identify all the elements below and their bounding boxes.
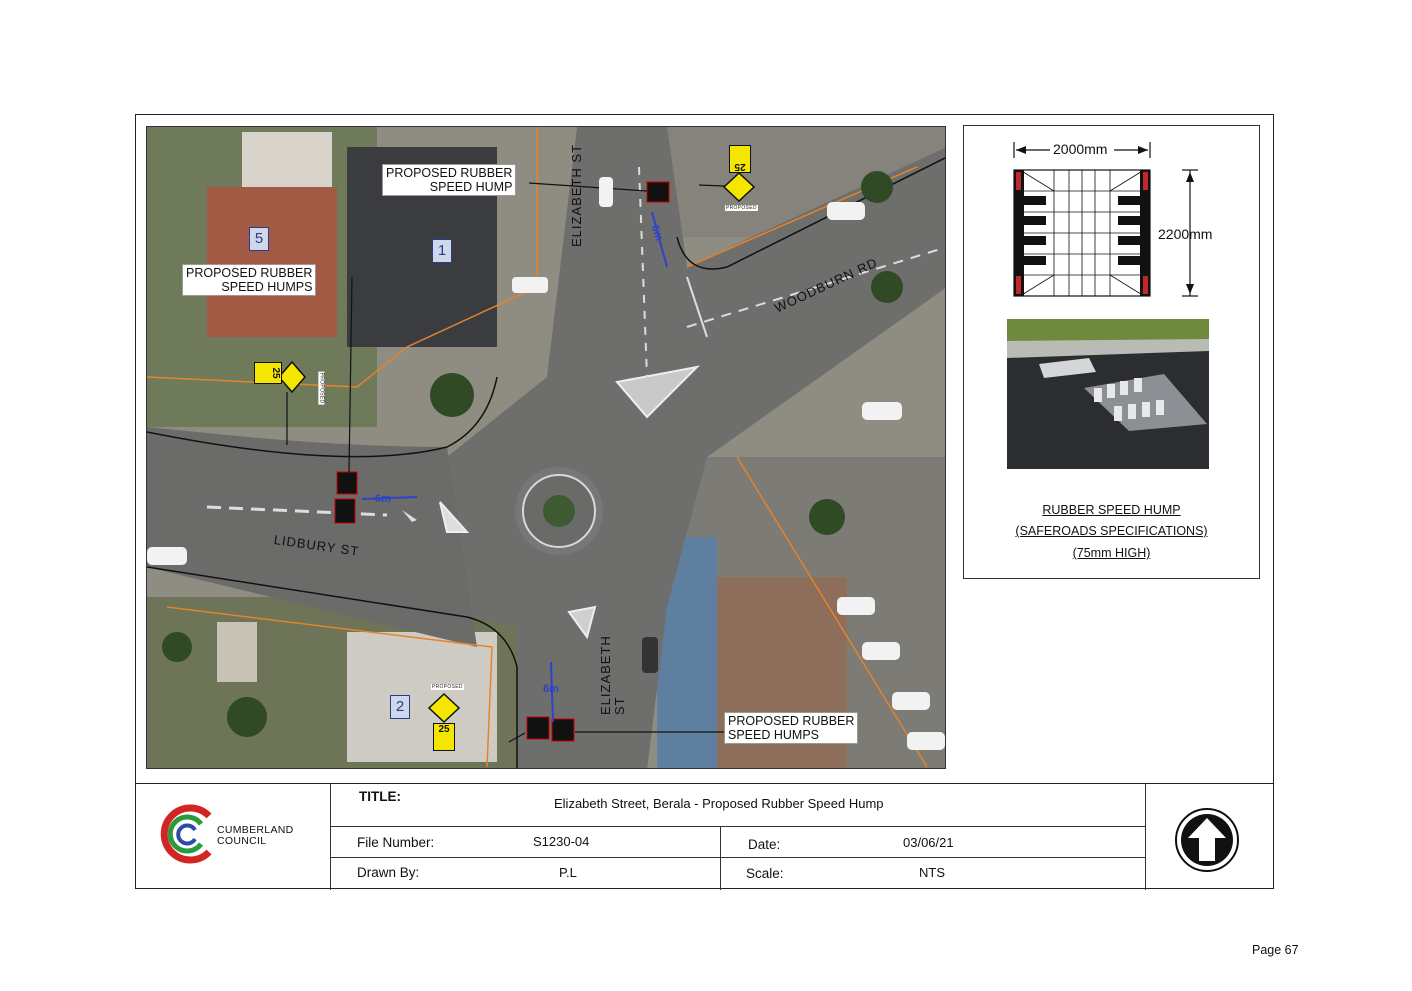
aerial-map: PROPOSED RUBBER SPEED HUMP PROPOSED RUBB… [146, 126, 946, 769]
proposed-tag-left: PROPOSED [318, 371, 325, 405]
proposed-tag-top: PROPOSED [725, 205, 758, 211]
house-number-2: 2 [390, 695, 410, 719]
file-number-label: File Number: [357, 835, 435, 850]
speed-hump-photo [1007, 319, 1209, 469]
speed-hump-detail-panel: 2000mm 2200mm RUBBER SPEED HUMP (SAFEROA… [963, 125, 1260, 579]
speed-sign-25-top: 25 [729, 145, 751, 173]
aerial-map-graphic [147, 127, 945, 768]
spec-line-3: (75mm HIGH) [1072, 546, 1151, 560]
council-name: CUMBERLAND COUNCIL [217, 824, 294, 847]
cumberland-logo-icon [160, 804, 212, 864]
house-number-5: 5 [249, 227, 269, 251]
road-label-elizabeth-north: ELIZABETH ST [569, 143, 584, 247]
spec-line-2: (SAFEROADS SPECIFICATIONS) [1015, 524, 1208, 538]
house-number-1: 1 [432, 239, 452, 263]
page-number: Page 67 [1252, 943, 1299, 957]
title-label: TITLE: [359, 789, 401, 804]
file-number-value: S1230-04 [533, 834, 590, 849]
measure-label-lidbury: 6m [375, 493, 391, 505]
title-value: Elizabeth Street, Berala - Proposed Rubb… [554, 796, 884, 811]
north-arrow-icon [1175, 808, 1239, 872]
callout-top-speed-hump: PROPOSED RUBBER SPEED HUMP [382, 164, 517, 196]
measure-label-elizabeth-south: 6m [543, 683, 559, 695]
road-label-elizabeth-south: ELIZABETH ST [598, 635, 627, 715]
date-value: 03/06/21 [903, 835, 954, 850]
speed-sign-25-left: 25 [254, 362, 282, 384]
title-block: CUMBERLAND COUNCIL TITLE: Elizabeth Stre… [135, 783, 1274, 890]
scale-value: NTS [919, 865, 945, 880]
callout-bottom-speed-humps: PROPOSED RUBBER SPEED HUMPS [724, 712, 859, 744]
callout-left-speed-humps: PROPOSED RUBBER SPEED HUMPS [182, 264, 317, 296]
speed-sign-25-bottom: 25 [433, 723, 455, 751]
date-label: Date: [748, 837, 781, 852]
spec-line-1: RUBBER SPEED HUMP [1042, 503, 1181, 517]
proposed-tag-bottom: PROPOSED [431, 684, 464, 690]
drawn-by-value: P.L [559, 865, 577, 880]
scale-label: Scale: [746, 866, 784, 881]
drawn-by-label: Drawn By: [357, 865, 420, 880]
length-dimension: 2200mm [1158, 226, 1213, 242]
